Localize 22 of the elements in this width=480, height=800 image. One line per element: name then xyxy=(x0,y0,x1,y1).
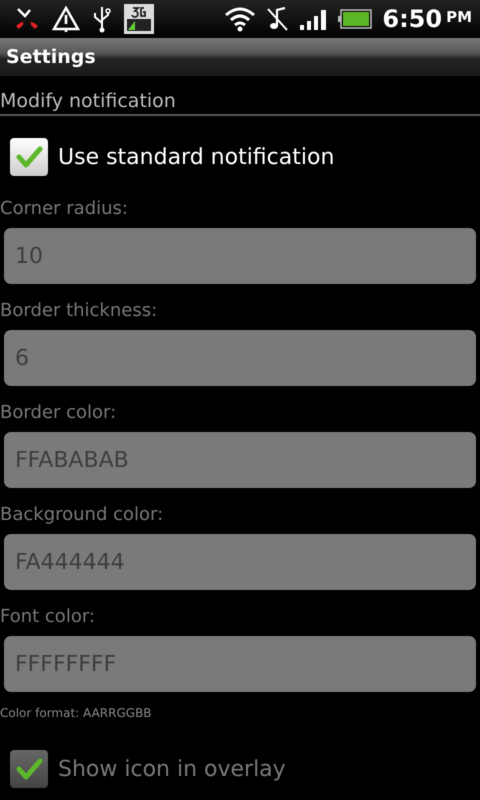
usb-icon xyxy=(92,5,112,33)
missed-call-icon xyxy=(14,7,40,31)
battery-icon xyxy=(338,9,372,29)
window-title: Settings xyxy=(6,46,96,68)
checkbox-label: Show icon in overlay xyxy=(58,756,286,782)
wifi-icon xyxy=(224,6,256,32)
field-label: Background color: xyxy=(0,503,164,526)
checkbox-label: Use standard notification xyxy=(58,144,334,170)
field-label: Font color: xyxy=(0,605,96,628)
warning-icon xyxy=(52,6,80,32)
field-label: Border thickness: xyxy=(0,299,158,322)
section-title: Modify notification xyxy=(0,90,176,112)
data-3g-icon xyxy=(124,4,154,34)
hint-text: Color format: AARRGGBB xyxy=(0,705,153,720)
checkbox-row[interactable]: Use standard notification xyxy=(0,116,480,194)
clock-period: PM xyxy=(446,8,472,26)
mute-icon xyxy=(266,6,290,32)
checkbox[interactable] xyxy=(10,138,48,176)
field-label: Border color: xyxy=(0,401,118,424)
clock-time: 6:50 xyxy=(382,5,442,33)
signal-icon xyxy=(300,8,328,30)
field-label: Corner radius: xyxy=(0,197,129,220)
